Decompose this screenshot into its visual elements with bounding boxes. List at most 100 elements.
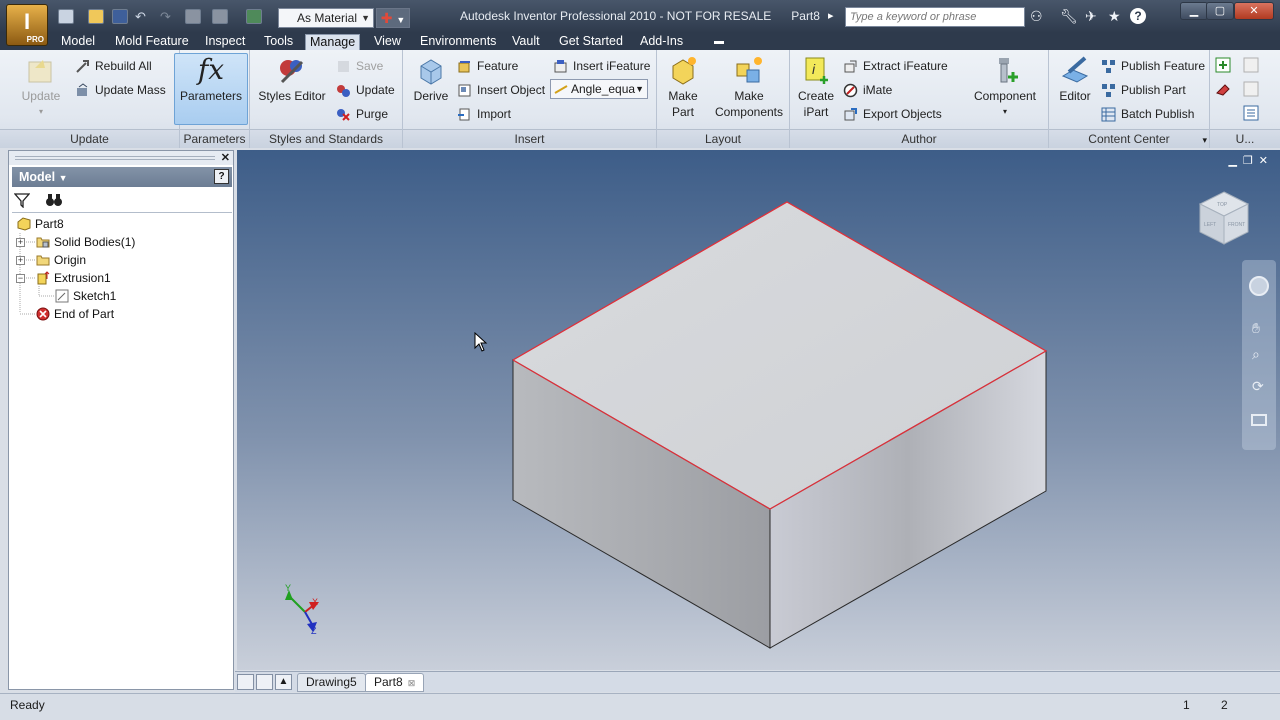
insert-object-button[interactable]: Insert Object: [457, 80, 545, 100]
styles-update-button[interactable]: Update: [336, 80, 395, 100]
ilogic-disabled-icon[interactable]: [1243, 57, 1259, 73]
close-icon[interactable]: ✕: [1259, 155, 1274, 167]
cc-editor-button[interactable]: Editor: [1053, 54, 1097, 104]
help-icon[interactable]: ?: [1130, 8, 1146, 24]
ifeature-catalog-dropdown[interactable]: Angle_equa ▼: [550, 79, 648, 99]
component-label: Component: [973, 89, 1037, 103]
ribbon-minimize-icon[interactable]: ▬: [710, 33, 728, 50]
properties-icon[interactable]: [212, 9, 228, 24]
ilogic-disabled-icon-2[interactable]: [1243, 81, 1259, 97]
steering-wheel-icon[interactable]: [1249, 276, 1269, 296]
publish-part-button[interactable]: Publish Part: [1101, 80, 1186, 100]
panel-label-styles: Styles and Standards: [250, 129, 402, 148]
rebuild-all-button[interactable]: Rebuild All: [75, 56, 152, 76]
doc-tab-part8[interactable]: Part8 ⊠: [365, 673, 425, 692]
create-ipart-button[interactable]: i Create iPart: [794, 54, 838, 120]
tile-windows-icon[interactable]: [256, 674, 273, 690]
tab-vault[interactable]: Vault: [508, 33, 544, 50]
panel-overflow-icon[interactable]: ▾: [1202, 135, 1207, 146]
tab-get-started[interactable]: Get Started: [555, 33, 627, 50]
subscription-icon[interactable]: 🔧︎: [1060, 8, 1078, 25]
panel-update: Update ▾ Rebuild All Update Mass Update: [0, 50, 180, 148]
insert-object-icon: [458, 84, 471, 97]
update-button[interactable]: Update ▾: [16, 54, 66, 120]
mouse-cursor-icon: [474, 332, 488, 352]
tab-model[interactable]: Model: [57, 33, 99, 50]
import-button[interactable]: Import: [457, 104, 511, 124]
styles-editor-icon: [280, 60, 304, 84]
styles-editor-button[interactable]: Styles Editor: [256, 54, 328, 104]
pan-icon[interactable]: ✋︎: [1252, 320, 1260, 337]
expand-icon[interactable]: +: [16, 256, 25, 265]
find-binoculars-icon[interactable]: [45, 192, 63, 208]
imate-button[interactable]: iMate: [843, 80, 892, 100]
close-icon[interactable]: ✕: [221, 151, 230, 164]
close-button[interactable]: ✕: [1234, 2, 1274, 20]
doc-tab-drawing5[interactable]: Drawing5: [297, 673, 366, 692]
imate-label: iMate: [863, 83, 893, 97]
model-canvas[interactable]: Y X Z: [237, 150, 1280, 670]
tab-mold-feature[interactable]: Mold Feature: [111, 33, 193, 50]
update-mass-button[interactable]: Update Mass: [75, 80, 166, 100]
binoculars-icon[interactable]: ⚇: [1030, 8, 1043, 25]
tab-list-icon[interactable]: ▲: [275, 674, 292, 690]
graphics-viewport[interactable]: Y X Z ▁❐✕ TOP LEFT FRONT ✋︎ ⌕ ⟳: [237, 150, 1280, 670]
panel-styles-standards: Styles Editor Save Update Purge Styles a…: [250, 50, 403, 148]
styles-save-button[interactable]: Save: [336, 56, 383, 76]
search-input[interactable]: Type a keyword or phrase: [845, 7, 1025, 27]
communication-center-icon[interactable]: ✈︎: [1085, 8, 1097, 25]
make-components-button[interactable]: Make Components: [709, 54, 789, 120]
restore-icon[interactable]: ❐: [1243, 155, 1259, 167]
tab-view[interactable]: View: [370, 33, 405, 50]
tab-add-ins[interactable]: Add-Ins: [636, 33, 687, 50]
ilogic-browser-icon[interactable]: [1243, 105, 1259, 121]
new-icon[interactable]: [58, 9, 74, 24]
tab-environments[interactable]: Environments: [416, 33, 500, 50]
open-icon[interactable]: [88, 9, 104, 24]
redo-icon[interactable]: ↷: [160, 9, 176, 24]
parameters-button[interactable]: fx Parameters: [174, 53, 248, 125]
filter-icon[interactable]: [14, 192, 30, 208]
application-menu-button[interactable]: I PRO: [6, 4, 48, 46]
minimize-icon[interactable]: ▁: [1228, 155, 1242, 167]
close-tab-icon[interactable]: ⊠: [408, 678, 416, 688]
viewcube[interactable]: TOP LEFT FRONT: [1198, 190, 1250, 246]
publish-part-icon: [1102, 84, 1115, 97]
material-dropdown[interactable]: As Material ▼: [278, 8, 374, 28]
derive-button[interactable]: Derive: [407, 54, 455, 104]
select-priority-icon[interactable]: [246, 9, 262, 24]
search-expand-icon[interactable]: ▸: [828, 9, 844, 24]
purge-button[interactable]: Purge: [336, 104, 388, 124]
collapse-icon[interactable]: −: [16, 274, 25, 283]
favorites-icon[interactable]: ★: [1108, 8, 1121, 25]
cascade-windows-icon[interactable]: [237, 674, 254, 690]
ilogic-add-icon[interactable]: [1215, 57, 1231, 73]
home-icon[interactable]: [185, 9, 201, 24]
undo-icon[interactable]: ↶: [135, 9, 151, 24]
zoom-icon[interactable]: ⌕: [1252, 346, 1260, 363]
make-part-button[interactable]: Make Part: [661, 54, 705, 120]
minimize-button[interactable]: ▁: [1180, 2, 1208, 20]
tree-label: Sketch1: [73, 289, 117, 303]
batch-publish-button[interactable]: Batch Publish: [1101, 104, 1194, 124]
extract-ifeature-button[interactable]: Extract iFeature: [843, 56, 948, 76]
tab-tools[interactable]: Tools: [260, 33, 297, 50]
save-icon[interactable]: [112, 9, 128, 24]
expand-icon[interactable]: +: [16, 238, 25, 247]
tab-manage[interactable]: Manage: [305, 34, 361, 51]
color-override-button[interactable]: ✚ ▼: [376, 8, 410, 28]
feature-button[interactable]: Feature: [457, 56, 518, 76]
tab-inspect[interactable]: Inspect: [201, 33, 249, 50]
maximize-button[interactable]: ▢: [1206, 2, 1234, 20]
publish-feature-button[interactable]: Publish Feature: [1101, 56, 1205, 76]
export-objects-button[interactable]: Export Objects: [843, 104, 942, 124]
browser-grip[interactable]: ✕: [9, 151, 233, 165]
look-at-icon[interactable]: [1251, 414, 1267, 426]
browser-header[interactable]: Model ▼ ?: [12, 167, 232, 187]
component-button[interactable]: Component ▾: [968, 54, 1042, 120]
insert-ifeature-button[interactable]: Insert iFeature: [553, 56, 650, 76]
browser-help-icon[interactable]: ?: [214, 169, 229, 184]
eraser-icon[interactable]: [1215, 81, 1231, 97]
orbit-icon[interactable]: ⟳: [1252, 378, 1264, 395]
rebuild-icon: [76, 60, 89, 73]
